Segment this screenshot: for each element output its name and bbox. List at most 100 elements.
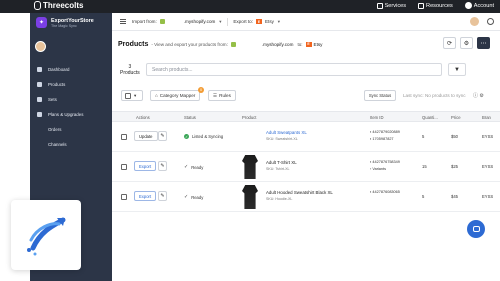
settings-button[interactable]: ⚙ xyxy=(460,37,473,49)
table-row[interactable]: Update ✎ ✓ Listed & Syncing Adult Sweatp… xyxy=(112,122,500,152)
import-from-select[interactable]: Import from: .myshopify.com ▼ xyxy=(132,19,222,24)
edit-button[interactable]: ✎ xyxy=(158,161,167,171)
brand: EYSS xyxy=(482,134,494,139)
sidebar-item-label: Orders xyxy=(48,127,62,132)
product-thumbnail xyxy=(242,185,258,209)
item-ids: ▪ 4427879020889 ▪ 1705987827 xyxy=(370,129,400,143)
sidebar-item-sets[interactable]: Sets xyxy=(30,92,112,107)
edit-icon: ✎ xyxy=(160,133,165,139)
exportyourstore-logo-icon: ✦ xyxy=(36,17,47,28)
product-count: 3 Products xyxy=(120,64,140,76)
sidebar-item-label: Products xyxy=(48,82,66,87)
divider xyxy=(227,17,229,26)
grid-icon xyxy=(376,2,383,9)
products-bar: Products - View and export your products… xyxy=(112,33,500,55)
user-avatar[interactable] xyxy=(470,17,479,26)
export-button[interactable]: Export xyxy=(134,161,157,171)
product-sku: SKU: Hoodie-XL xyxy=(266,197,293,201)
refresh-button[interactable]: ⟳ xyxy=(443,37,456,49)
gear-icon: ⚙ xyxy=(463,40,470,47)
sidebar-item-label: Plans & Upgrades xyxy=(48,112,84,117)
status-text: Ready xyxy=(191,164,204,170)
table-row[interactable]: Export ✎ ✓ Ready Adult T-Shirt XL SKU: T… xyxy=(112,152,500,182)
import-from-label: Import from: xyxy=(132,19,157,24)
book-icon xyxy=(418,2,425,9)
filter-button[interactable]: ▼ xyxy=(448,63,466,76)
export-target: Etsy xyxy=(264,19,274,24)
item-ids: ▪ 4427876083065 xyxy=(370,189,400,196)
settings-icon[interactable] xyxy=(487,18,494,25)
row-checkbox[interactable] xyxy=(121,194,127,200)
app-header[interactable]: ✦ ExportYourStore The Magic Sync xyxy=(30,13,112,32)
status-badge: ✓ Ready xyxy=(184,194,203,200)
price: $50 xyxy=(451,134,458,139)
app-name: ExportYourStore xyxy=(51,17,94,24)
select-all-dropdown[interactable]: ▾ xyxy=(121,90,143,101)
sidebar-item-orders[interactable]: Orders xyxy=(30,122,112,137)
sidebar-item-channels[interactable]: Channels xyxy=(30,137,112,152)
info-icon[interactable]: ⓘ ⚙ xyxy=(473,92,484,99)
chevron-down-icon: ▾ xyxy=(134,92,137,98)
rules-button[interactable]: ☰ Rules xyxy=(208,90,236,101)
page-description: - View and export your products from: xyxy=(151,41,228,47)
export-button[interactable]: Export xyxy=(134,191,157,201)
sync-status-button[interactable]: Sync Status xyxy=(364,90,396,101)
row-checkbox[interactable] xyxy=(121,134,127,140)
edit-button[interactable]: ✎ xyxy=(158,131,167,141)
column-header[interactable]: Price xyxy=(451,115,461,120)
resources-label: Resources xyxy=(426,2,453,9)
etsy-icon: E xyxy=(305,41,312,47)
status-badge: ✓ Listed & Syncing xyxy=(184,134,223,139)
column-header[interactable]: Product xyxy=(242,115,256,120)
select-all-checkbox[interactable] xyxy=(125,92,131,99)
more-button[interactable]: ⋯ xyxy=(477,37,490,49)
app-logo-card xyxy=(11,200,81,270)
column-header[interactable]: Actions xyxy=(136,115,150,120)
product-sku: SKU: Sweatshirt-XL xyxy=(266,137,298,141)
quantity: 15 xyxy=(422,164,427,169)
category-mapper-button[interactable]: ⌂ Category Mapper xyxy=(150,90,201,101)
sidebar-item-plans[interactable]: Plans & Upgrades xyxy=(30,107,112,122)
top-bar: Threecolts Services Resources Account xyxy=(0,0,500,13)
threecolts-logo[interactable]: Threecolts xyxy=(34,1,83,10)
check-icon: ✓ xyxy=(184,164,189,170)
account-menu[interactable]: Account xyxy=(464,2,494,9)
search-input[interactable] xyxy=(146,63,442,76)
resources-menu[interactable]: Resources xyxy=(418,2,453,9)
toolbar: ▾ ⌂ Category Mapper 0 ☰ Rules Sync Statu… xyxy=(112,87,500,105)
edit-button[interactable]: ✎ xyxy=(158,191,167,201)
row-checkbox[interactable] xyxy=(121,164,127,170)
item-id-primary: 4427876758349 xyxy=(372,160,400,164)
brand: EYSS xyxy=(482,164,494,169)
column-header[interactable]: Item ID xyxy=(370,115,384,120)
variants-toggle[interactable]: Variants xyxy=(372,167,386,171)
exportyourstore-logo-icon xyxy=(27,217,66,256)
table-row[interactable]: Export ✎ ✓ Ready Adult Hooded Sweatshirt… xyxy=(112,182,500,212)
app-root: Threecolts Services Resources Account ✦ … xyxy=(0,0,500,281)
sidebar-nav: Dashboard Products Sets Plans & Upgrades… xyxy=(30,62,112,152)
avatar[interactable] xyxy=(35,41,46,52)
sidebar-item-label: Dashboard xyxy=(48,67,70,72)
export-to-select[interactable]: Export to: E Etsy ▼ xyxy=(233,19,281,24)
update-button[interactable]: Update xyxy=(134,131,158,141)
chat-button[interactable] xyxy=(467,220,485,238)
menu-toggle-icon[interactable] xyxy=(120,19,126,24)
product-info: Adult Hooded Sweatshirt Black XL SKU: Ho… xyxy=(266,190,333,202)
product-info: Adult T-Shirt XL SKU: Tshirt-XL xyxy=(266,160,297,172)
sidebar-item-products[interactable]: Products xyxy=(30,77,112,92)
synced-icon: ✓ xyxy=(184,134,189,139)
column-header[interactable]: Bran xyxy=(482,115,491,120)
sidebar-item-dashboard[interactable]: Dashboard xyxy=(30,62,112,77)
app-tagline: The Magic Sync xyxy=(51,23,77,28)
plans-icon xyxy=(37,112,42,117)
item-ids: ▪ 4427876758349 › Variants xyxy=(370,159,400,173)
services-menu[interactable]: Services xyxy=(376,2,406,9)
rules-label: Rules xyxy=(219,93,231,98)
column-header[interactable]: Status xyxy=(184,115,196,120)
export-to-label: Export to: xyxy=(233,19,253,24)
tag-icon: ⌂ xyxy=(155,93,158,98)
refresh-icon: ⟳ xyxy=(446,40,453,47)
column-header[interactable]: Quanti... xyxy=(422,115,438,120)
category-mapper-label: Category Mapper xyxy=(159,93,196,98)
product-sku: SKU: Tshirt-XL xyxy=(266,167,290,171)
